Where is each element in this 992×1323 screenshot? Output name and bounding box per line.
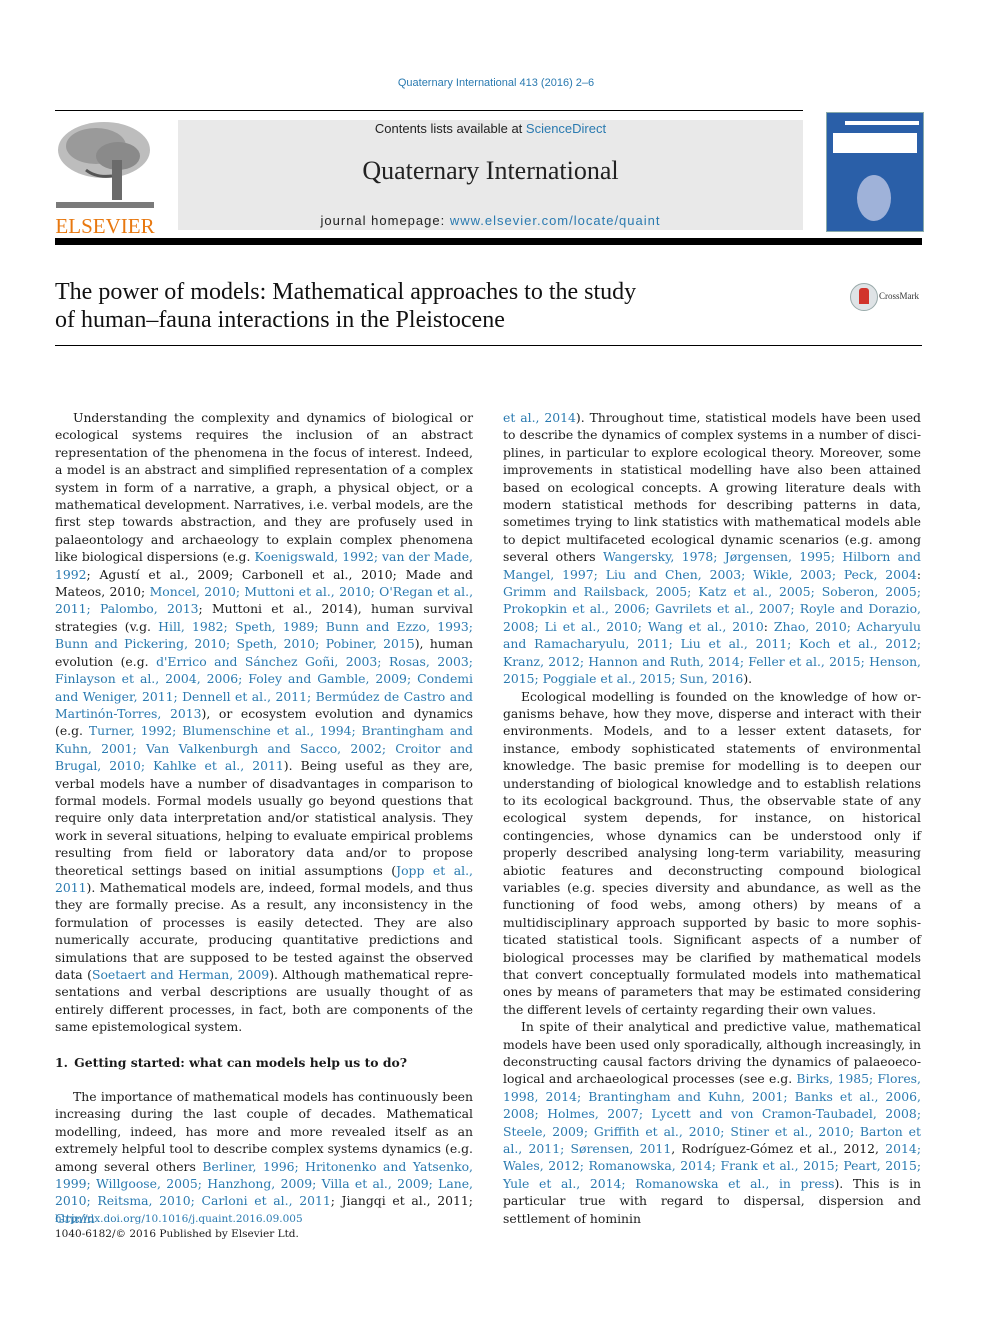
body-text: : <box>916 566 921 582</box>
journal-cover-image[interactable] <box>826 112 924 232</box>
elsevier-logo[interactable]: ELSEVIER <box>54 118 156 238</box>
paragraph: In spite of their analytical and predict… <box>503 1018 921 1227</box>
homepage-prefix: journal homepage: <box>320 213 450 228</box>
article-title-line-2: of human–fauna interactions in the Pleis… <box>55 307 505 333</box>
paragraph: Ecological modelling is founded on the k… <box>503 688 921 1019</box>
article-title: The power of models: Mathematical approa… <box>55 278 815 334</box>
crossmark-icon <box>850 283 878 311</box>
body-text: Ecological modelling is founded on the k… <box>503 688 921 1017</box>
journal-masthead: Contents lists available at ScienceDirec… <box>178 120 803 230</box>
elsevier-wordmark: ELSEVIER <box>55 214 155 238</box>
body-text: ). Being useful as they are, verbal mode… <box>55 758 473 878</box>
left-column: Understanding the complexity and dynamic… <box>55 409 473 1227</box>
paragraph: et al., 2014). Throughout time, statisti… <box>503 409 921 688</box>
body-text: ; Jiangqi et al., 2011; <box>330 1193 473 1209</box>
crossmark-button[interactable]: CrossMark <box>850 283 930 311</box>
body-text: : <box>763 618 774 634</box>
cover-title-bar <box>845 121 919 125</box>
journal-homepage: journal homepage: www.elsevier.com/locat… <box>178 213 803 228</box>
citation-link[interactable]: Soetaert and Herman, 2009 <box>92 967 269 982</box>
section-heading: 1. Getting started: what can models help… <box>55 1054 408 1070</box>
header-thick-rule <box>55 238 922 245</box>
contents-line: Contents lists available at ScienceDirec… <box>178 121 803 136</box>
title-rule <box>55 345 922 346</box>
body-text: ). Throughout time, statistical models h… <box>503 410 921 565</box>
journal-title: Quaternary International <box>362 156 619 185</box>
body-text: ). <box>743 671 753 687</box>
paragraph: Understanding the complexity and dynamic… <box>55 409 473 1036</box>
article-title-line-1: The power of models: Mathematical approa… <box>55 279 637 305</box>
paragraph: The importance of mathematical models ha… <box>55 1088 473 1227</box>
article-footer: http://dx.doi.org/10.1016/j.quaint.2016.… <box>55 1212 303 1242</box>
doi-link[interactable]: http://dx.doi.org/10.1016/j.quaint.2016.… <box>55 1213 303 1225</box>
right-column: et al., 2014). Throughout time, statisti… <box>503 409 921 1227</box>
body-text: , Rodríguez-Gómez et al., 2012, <box>671 1141 886 1157</box>
contents-prefix: Contents lists available at <box>374 121 526 136</box>
crossmark-label: CrossMark <box>879 291 919 301</box>
body-text: Understanding the complexity and dynamic… <box>55 410 473 565</box>
cover-white-band <box>833 133 917 153</box>
copyright-notice: 1040-6182/© 2016 Published by Elsevier L… <box>55 1228 299 1240</box>
homepage-link[interactable]: www.elsevier.com/locate/quaint <box>450 213 661 228</box>
elsevier-tree-icon <box>56 120 154 212</box>
header-rule <box>55 110 803 111</box>
sciencedirect-link[interactable]: ScienceDirect <box>526 121 606 136</box>
journal-reference[interactable]: Quaternary International 413 (2016) 2–6 <box>0 77 992 89</box>
citation-link[interactable]: et al., 2014 <box>503 410 576 425</box>
cover-emblem-icon <box>857 175 891 221</box>
